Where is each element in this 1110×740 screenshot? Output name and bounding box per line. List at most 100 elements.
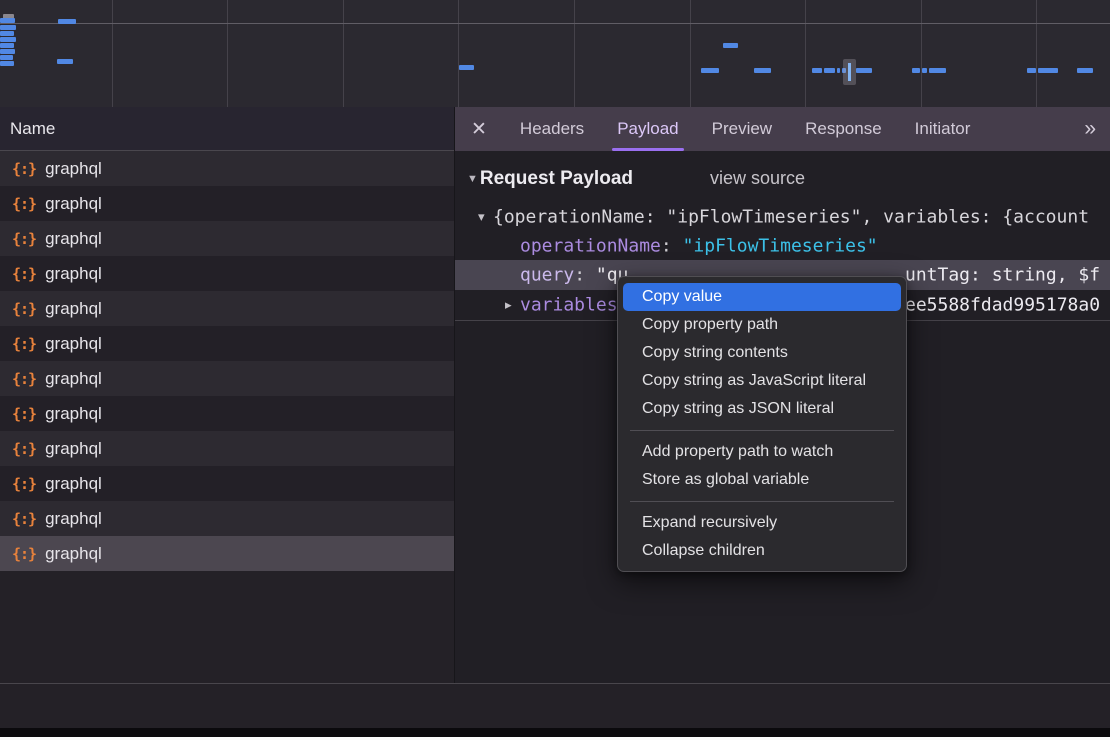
name-column-header[interactable]: Name xyxy=(0,107,454,151)
json-icon: {:} xyxy=(12,475,36,493)
menu-item-copy-value[interactable]: Copy value xyxy=(623,283,901,311)
request-name: graphql xyxy=(45,264,102,284)
request-name: graphql xyxy=(45,334,102,354)
json-icon: {:} xyxy=(12,265,36,283)
payload-root-row[interactable]: ▼ {operationName: "ipFlowTimeseries", va… xyxy=(455,202,1110,231)
timeline-scrubber[interactable] xyxy=(843,59,856,85)
request-name: graphql xyxy=(45,509,102,529)
request-row[interactable]: {:} graphql xyxy=(0,256,454,291)
json-icon: {:} xyxy=(12,300,36,318)
request-row[interactable]: {:} graphql xyxy=(0,186,454,221)
request-row[interactable]: {:} graphql xyxy=(0,431,454,466)
timeline-gridline xyxy=(227,0,228,107)
request-name: graphql xyxy=(45,439,102,459)
waterfall-bar xyxy=(0,49,15,54)
collapse-triangle-icon[interactable]: ▼ xyxy=(478,210,485,223)
waterfall-bar xyxy=(0,37,16,42)
json-icon: {:} xyxy=(12,440,36,458)
request-payload-section-header[interactable]: ▼ Request Payload xyxy=(455,166,633,192)
request-row[interactable]: {:} graphql xyxy=(0,291,454,326)
menu-item-copy-property-path[interactable]: Copy property path xyxy=(623,311,901,339)
request-name: graphql xyxy=(45,369,102,389)
property-key: operationName xyxy=(520,235,661,256)
timeline-gridline xyxy=(343,0,344,107)
request-row[interactable]: {:}graphql xyxy=(0,536,454,571)
request-name: graphql xyxy=(45,474,102,494)
bottom-divider xyxy=(0,683,1110,684)
waterfall-bar xyxy=(0,18,15,23)
expand-triangle-icon[interactable]: ▶ xyxy=(505,299,512,312)
menu-item-store-as-global-variable[interactable]: Store as global variable xyxy=(623,466,901,494)
json-icon: {:} xyxy=(12,545,36,563)
waterfall-bar xyxy=(459,65,474,70)
menu-item-copy-string-as-json-literal[interactable]: Copy string as JSON literal xyxy=(623,395,901,423)
waterfall-bar xyxy=(1038,68,1058,73)
tab-payload[interactable]: Payload xyxy=(617,107,678,151)
json-icon: {:} xyxy=(12,195,36,213)
request-row[interactable]: {:}graphql xyxy=(0,501,454,536)
network-overview-timeline[interactable] xyxy=(0,0,1110,107)
request-name: graphql xyxy=(45,159,102,179)
detail-tab-bar: ✕ Headers Payload Preview Response Initiator… xyxy=(455,107,1110,151)
collapse-triangle-icon[interactable]: ▼ xyxy=(467,173,478,185)
timeline-gridline xyxy=(921,0,922,107)
waterfall-bar xyxy=(0,25,16,30)
waterfall-bar xyxy=(1027,68,1036,73)
timeline-gridline xyxy=(805,0,806,107)
close-icon[interactable]: ✕ xyxy=(471,118,487,141)
request-name: graphql xyxy=(45,229,102,249)
json-icon: {:} xyxy=(12,370,36,388)
timeline-hline xyxy=(0,23,1110,24)
scrubber-tick xyxy=(848,63,851,81)
name-column-label: Name xyxy=(10,119,55,139)
menu-item-copy-string-as-javascript-literal[interactable]: Copy string as JavaScript literal xyxy=(623,367,901,395)
menu-item-add-property-path-to-watch[interactable]: Add property path to watch xyxy=(623,438,901,466)
waterfall-bar xyxy=(0,31,14,36)
request-name: graphql xyxy=(45,299,102,319)
more-tabs-icon[interactable]: » xyxy=(1084,107,1094,151)
timeline-gridline xyxy=(690,0,691,107)
timeline-gridline xyxy=(1036,0,1037,107)
waterfall-bar xyxy=(0,55,13,60)
property-key: query xyxy=(520,265,574,286)
tab-headers[interactable]: Headers xyxy=(520,107,584,151)
menu-item-copy-string-contents[interactable]: Copy string contents xyxy=(623,339,901,367)
colon: : xyxy=(661,235,683,256)
timeline-gridline xyxy=(574,0,575,107)
property-value-right: ee5588fdad995178a0 xyxy=(905,295,1100,316)
request-row[interactable]: {:} graphql xyxy=(0,361,454,396)
payload-preview-text: {operationName: "ipFlowTimeseries", vari… xyxy=(493,206,1089,227)
property-key: variables xyxy=(520,295,618,316)
view-source-link[interactable]: view source xyxy=(710,168,805,189)
json-icon: {:} xyxy=(12,405,36,423)
tab-initiator[interactable]: Initiator xyxy=(915,107,971,151)
menu-separator xyxy=(630,430,894,431)
waterfall-bar xyxy=(58,19,76,24)
waterfall-bar xyxy=(929,68,946,73)
menu-item-collapse-children[interactable]: Collapse children xyxy=(623,537,901,565)
waterfall-bar xyxy=(701,68,719,73)
tab-preview[interactable]: Preview xyxy=(712,107,772,151)
colon: : xyxy=(574,265,596,286)
request-name: graphql xyxy=(45,194,102,214)
tab-response[interactable]: Response xyxy=(805,107,882,151)
waterfall-bar xyxy=(837,68,840,73)
request-row[interactable]: {:}graphql xyxy=(0,151,454,186)
devtools-network-panel: Name {:}graphql{:}graphql{:}graphql{:}gr… xyxy=(0,0,1110,740)
timeline-gridline xyxy=(458,0,459,107)
request-row[interactable]: {:}graphql xyxy=(0,396,454,431)
timeline-gridline xyxy=(112,0,113,107)
waterfall-bar xyxy=(856,68,872,73)
payload-row-operationname[interactable]: operationName: "ipFlowTimeseries" xyxy=(455,231,1110,260)
request-row[interactable]: {:}graphql xyxy=(0,326,454,361)
json-icon: {:} xyxy=(12,230,36,248)
waterfall-bar xyxy=(57,59,73,64)
waterfall-bar xyxy=(922,68,927,73)
request-row[interactable]: {:} graphql xyxy=(0,466,454,501)
menu-item-expand-recursively[interactable]: Expand recursively xyxy=(623,509,901,537)
request-row[interactable]: {:} graphql xyxy=(0,221,454,256)
request-list: {:} graphql {:} graphql {:} graphql {:} graphql… xyxy=(0,151,454,683)
tab-strip: Headers Payload Preview Response Initiator xyxy=(487,107,970,151)
waterfall-bar xyxy=(0,61,14,66)
section-title: Request Payload xyxy=(480,168,633,190)
